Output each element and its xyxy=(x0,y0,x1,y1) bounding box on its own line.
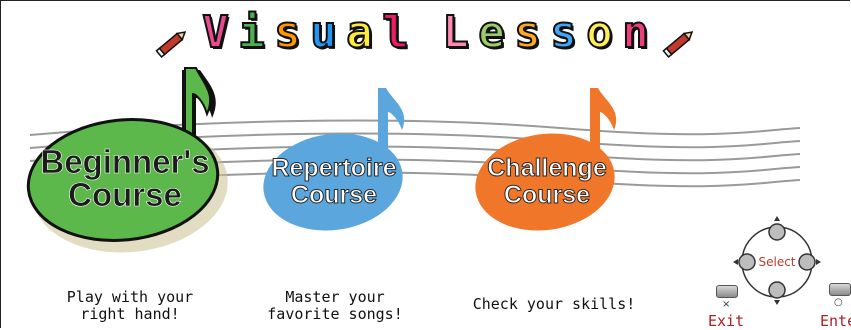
description-line: favorite songs! xyxy=(267,305,403,323)
dpad-up-button[interactable] xyxy=(768,223,786,241)
repertoire-course-label-line2: Course xyxy=(290,181,378,209)
pencil-icon xyxy=(661,30,693,58)
exit-label: Exit xyxy=(708,312,745,330)
title-letter: s xyxy=(513,6,542,59)
challenge-course-description: Check your skills! xyxy=(454,296,654,313)
dpad-down-button[interactable] xyxy=(768,281,786,299)
description-line: Master your xyxy=(285,288,385,306)
title-letter: s xyxy=(549,6,578,59)
title-letter: L xyxy=(441,6,470,59)
pencil-icon xyxy=(155,30,187,58)
enter-label: Enter xyxy=(820,312,851,330)
title-letter: s xyxy=(273,6,302,59)
title-letter: a xyxy=(345,6,374,59)
title-banner: VisualLesson xyxy=(0,6,851,62)
title-letter: i xyxy=(237,6,266,59)
challenge-course-label[interactable]: Challenge Course xyxy=(467,154,627,209)
repertoire-course-description: Master your favorite songs! xyxy=(235,289,435,323)
dpad-left-button[interactable] xyxy=(738,253,756,271)
title-letter: o xyxy=(585,6,614,59)
challenge-course-label-line1: Challenge xyxy=(487,154,607,182)
repertoire-course-label[interactable]: Repertoire Course xyxy=(254,154,414,209)
beginner-course-description: Play with your right hand! xyxy=(30,289,230,323)
beginner-course-label-line1: Beginner's xyxy=(40,143,210,180)
title-letter: n xyxy=(621,6,650,59)
description-line: Check your skills! xyxy=(472,295,636,313)
title-letter: u xyxy=(309,6,338,59)
description-line: right hand! xyxy=(80,305,180,323)
repertoire-course-label-line1: Repertoire xyxy=(271,154,397,182)
title-letter: l xyxy=(381,6,410,59)
select-label: Select xyxy=(758,255,796,269)
title-letter: e xyxy=(477,6,506,59)
beginner-course-label-line2: Course xyxy=(68,176,182,213)
beginner-course-label[interactable]: Beginner's Course xyxy=(20,143,230,213)
dpad-right-button[interactable] xyxy=(798,253,816,271)
circle-icon: ○ xyxy=(834,297,843,308)
challenge-course-label-line2: Course xyxy=(503,181,591,209)
title-letter: V xyxy=(201,6,230,59)
enter-button[interactable] xyxy=(829,283,851,296)
description-line: Play with your xyxy=(66,288,194,306)
cross-icon: × xyxy=(722,299,731,310)
title-text: VisualLesson xyxy=(198,6,654,59)
exit-button[interactable] xyxy=(716,285,738,298)
